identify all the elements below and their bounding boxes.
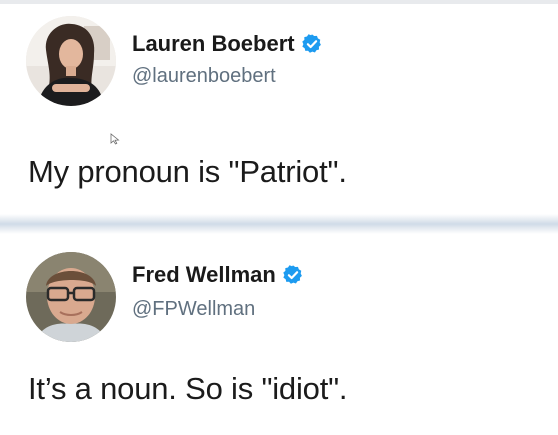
tweet-text: It’s a noun. So is "idiot". [28, 371, 348, 406]
user-handle[interactable]: @FPWellman [132, 298, 255, 321]
avatar-image [26, 252, 116, 342]
avatar[interactable] [26, 16, 116, 106]
display-name[interactable]: Fred Wellman [132, 262, 276, 288]
avatar-image [26, 16, 116, 106]
tweet-card: Fred Wellman @FPWellman It’s a noun. So … [0, 234, 558, 435]
avatar[interactable] [26, 252, 116, 342]
tweet-card: Lauren Boebert @laurenboebert My pronoun… [0, 4, 558, 214]
tweet-text: My pronoun is "Patriot". [28, 154, 347, 189]
name-row: Lauren Boebert [132, 31, 323, 57]
verified-badge-icon [282, 264, 304, 286]
display-name[interactable]: Lauren Boebert [132, 31, 295, 57]
verified-badge-icon [301, 33, 323, 55]
mouse-pointer-icon [110, 132, 120, 145]
name-row: Fred Wellman [132, 262, 304, 288]
tweet-divider [0, 214, 558, 234]
user-handle[interactable]: @laurenboebert [132, 65, 276, 88]
